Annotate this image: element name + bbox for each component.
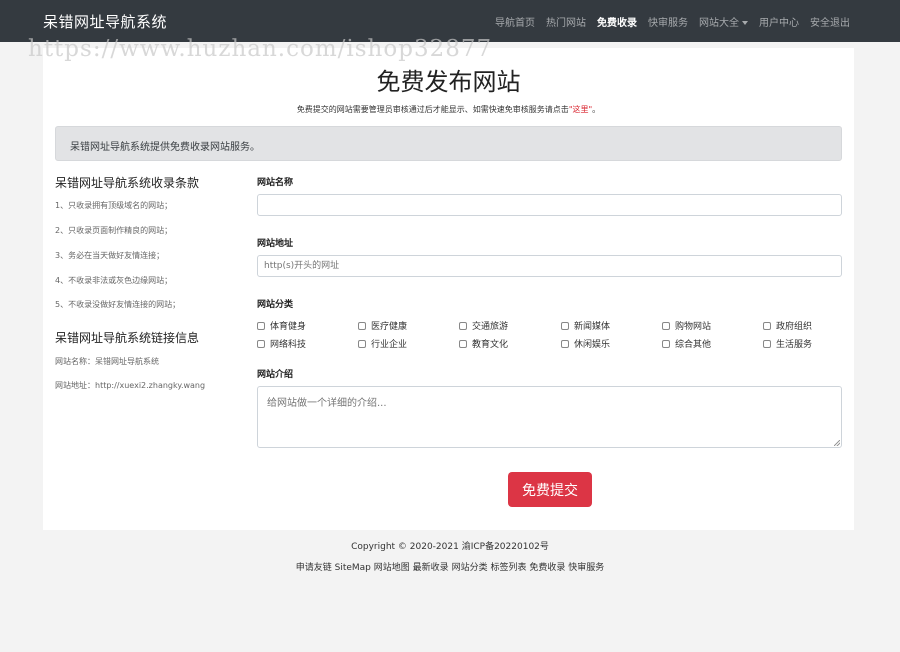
checkbox-box[interactable] (662, 339, 670, 348)
page-subtitle: 免费提交的网站需要管理员审核通过后才能显示、如需快速免审核服务请点击"这里"。 (43, 104, 854, 115)
link-info-title: 呆错网址导航系统链接信息 (55, 331, 200, 345)
category-checkbox[interactable]: 政府组织 (763, 319, 812, 332)
category-label: 新闻媒体 (574, 322, 611, 332)
nav-site-directory-label: 网站大全 (699, 17, 739, 29)
footer-link-categories[interactable]: 网站分类 (452, 563, 488, 573)
term-item: 1、只收录拥有顶级域名的网站； (55, 201, 173, 210)
nav-logout[interactable]: 安全退出 (810, 14, 850, 29)
terms-title: 呆错网址导航系统收录条款 (55, 176, 200, 190)
footer-link-site-map[interactable]: 网站地图 (374, 563, 410, 573)
category-label: 综合其他 (675, 340, 712, 350)
term-item: 4、不收录非法或灰色边缘网站； (55, 276, 173, 285)
nav-menu: 导航首页 热门网站 免费收录 快审服务 网站大全 用户中心 安全退出 (484, 0, 850, 42)
category-checkbox[interactable]: 体育健身 (257, 319, 306, 332)
site-intro-textarea[interactable] (257, 386, 842, 448)
site-url-label: 网站地址 (257, 239, 294, 249)
term-item: 3、务必在当天做好友情连接； (55, 251, 165, 260)
resize-handle-icon[interactable] (834, 440, 840, 446)
category-checkbox[interactable]: 休闲娱乐 (561, 337, 610, 350)
link-info-url: 网站地址：http://xuexi2.zhangky.wang (55, 381, 206, 390)
nav-free-submit[interactable]: 免费收录 (597, 14, 637, 29)
footer-link-fast-review[interactable]: 快审服务 (568, 563, 604, 573)
category-checkbox[interactable]: 行业企业 (358, 337, 407, 350)
category-checkbox[interactable]: 网络科技 (257, 337, 306, 350)
checkbox-box[interactable] (257, 339, 265, 348)
nav-fast-review[interactable]: 快审服务 (648, 14, 688, 29)
submit-button[interactable]: 免费提交 (508, 472, 592, 507)
caret-down-icon (742, 20, 748, 25)
footer-links: 申请友链 SiteMap 网站地图 最新收录 网站分类 标签列表 免费收录 快审… (0, 560, 900, 573)
footer-link-free-submit[interactable]: 免费收录 (529, 563, 565, 573)
footer-link-friend[interactable]: 申请友链 (296, 563, 332, 573)
category-label: 网络科技 (270, 340, 307, 350)
link-info-name: 网站名称：呆错网址导航系统 (55, 357, 159, 366)
copyright-text: Copyright © 2020-2021 (351, 542, 459, 552)
page-title: 免费发布网站 (376, 68, 521, 96)
category-label: 体育健身 (270, 322, 307, 332)
fast-review-link[interactable]: "这里" (569, 105, 592, 114)
site-name-input[interactable] (257, 194, 842, 216)
subtitle-text: 免费提交的网站需要管理员审核通过后才能显示、如需快速免审核服务请点击 (296, 105, 569, 114)
checkbox-box[interactable] (662, 321, 670, 330)
category-label: 休闲娱乐 (574, 340, 611, 350)
site-url-input[interactable] (257, 255, 842, 277)
category-checkbox[interactable]: 综合其他 (662, 337, 711, 350)
checkbox-box[interactable] (358, 339, 366, 348)
footer-copyright: Copyright © 2020-2021 渝ICP备20220102号 (0, 539, 900, 552)
category-label: 行业企业 (371, 340, 408, 350)
nav-user-center[interactable]: 用户中心 (759, 14, 799, 29)
checkbox-box[interactable] (561, 339, 569, 348)
category-label: 教育文化 (472, 340, 509, 350)
nav-hot-sites[interactable]: 热门网站 (546, 14, 586, 29)
subtitle-end: 。 (592, 105, 601, 114)
category-checkbox[interactable]: 新闻媒体 (561, 319, 610, 332)
brand-logo[interactable]: 呆错网址导航系统 (43, 11, 167, 32)
info-alert: 呆错网址导航系统提供免费收录网站服务。 (55, 126, 842, 161)
checkbox-box[interactable] (459, 339, 467, 348)
nav-home[interactable]: 导航首页 (495, 14, 535, 29)
watermark: https://www.huzhan.com/ishop32877 (28, 36, 493, 62)
checkbox-box[interactable] (358, 321, 366, 330)
term-item: 2、只收录页面制作精良的网站； (55, 226, 173, 235)
term-item: 5、不收录没做好友情连接的网站； (55, 300, 181, 309)
category-checkbox[interactable]: 生活服务 (763, 337, 812, 350)
icp-link[interactable]: 渝ICP备20220102号 (462, 542, 549, 552)
nav-site-directory[interactable]: 网站大全 (699, 14, 748, 29)
category-checkbox[interactable]: 医疗健康 (358, 319, 407, 332)
category-checkbox[interactable]: 教育文化 (459, 337, 508, 350)
category-label: 医疗健康 (371, 322, 408, 332)
category-label: 生活服务 (776, 340, 813, 350)
category-checkbox[interactable]: 购物网站 (662, 319, 711, 332)
site-name-label: 网站名称 (257, 178, 294, 188)
category-label: 交通旅游 (472, 322, 509, 332)
footer-link-tags[interactable]: 标签列表 (490, 563, 526, 573)
footer-link-sitemap[interactable]: SiteMap (335, 563, 371, 573)
footer-link-latest[interactable]: 最新收录 (413, 563, 449, 573)
checkbox-box[interactable] (561, 321, 569, 330)
checkbox-box[interactable] (257, 321, 265, 330)
checkbox-box[interactable] (459, 321, 467, 330)
site-intro-label: 网站介绍 (257, 370, 294, 380)
category-checkbox[interactable]: 交通旅游 (459, 319, 508, 332)
checkbox-box[interactable] (763, 321, 771, 330)
checkbox-box[interactable] (763, 339, 771, 348)
category-label: 购物网站 (675, 322, 712, 332)
category-label: 政府组织 (776, 322, 813, 332)
main-card: 免费发布网站 免费提交的网站需要管理员审核通过后才能显示、如需快速免审核服务请点… (43, 48, 854, 530)
site-category-label: 网站分类 (257, 300, 294, 310)
